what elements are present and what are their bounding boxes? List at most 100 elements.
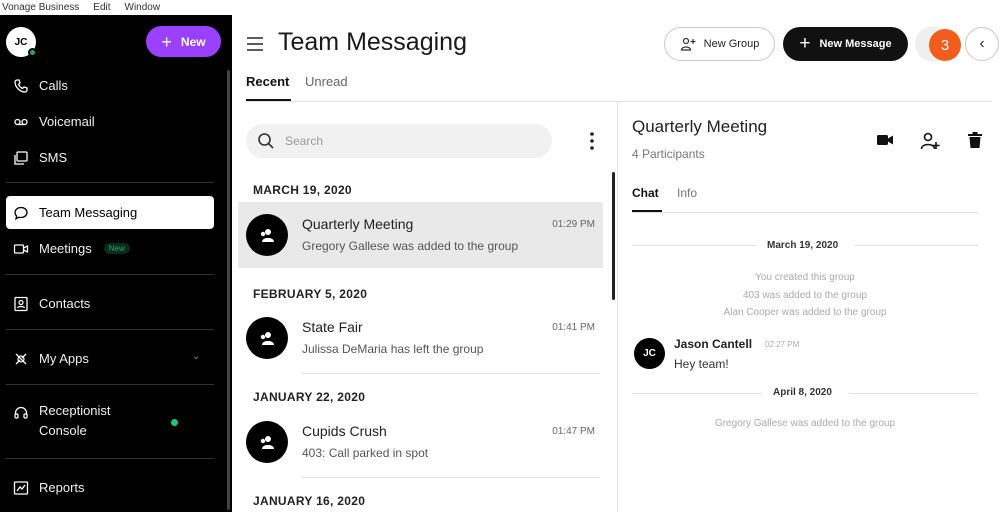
- online-status-dot: [171, 419, 178, 426]
- conversation-preview: 403: Call parked in spot: [302, 446, 429, 460]
- video-call-icon[interactable]: [876, 131, 894, 149]
- new-button[interactable]: + New: [146, 26, 221, 57]
- day-separator-label: March 19, 2020: [767, 240, 839, 251]
- sidebar-item-label: Meetings: [39, 241, 92, 256]
- conversation-time: 01:41 PM: [552, 322, 595, 333]
- tab-divider: [632, 212, 978, 213]
- day-separator-label: April 8, 2020: [773, 387, 832, 398]
- app-window: Vonage Business Edit Window JC + New Cal…: [0, 0, 1000, 512]
- sidebar-item-voicemail[interactable]: Voicemail: [6, 105, 214, 138]
- nav-divider: [6, 182, 214, 183]
- participant-count: 4 Participants: [632, 147, 705, 161]
- new-button-label: New: [180, 34, 206, 49]
- message-text: Hey team!: [674, 357, 729, 371]
- chat-bubble-icon: [14, 206, 28, 220]
- new-badge: New: [103, 243, 130, 254]
- conversation-item[interactable]: Quarterly Meeting 01:29 PM Gregory Galle…: [238, 202, 603, 268]
- message-author: Jason Cantell: [674, 337, 753, 351]
- new-group-button[interactable]: New Group: [664, 27, 775, 61]
- panel-divider: [617, 102, 618, 512]
- sidebar-item-my-apps[interactable]: My Apps: [6, 342, 214, 375]
- menu-app-name[interactable]: Vonage Business: [2, 2, 79, 13]
- group-icon: [260, 436, 274, 449]
- add-participant-icon[interactable]: [920, 131, 940, 151]
- conversation-name: State Fair: [302, 319, 363, 335]
- day-separator-line: [850, 393, 978, 394]
- voicemail-icon: [14, 118, 28, 125]
- sidebar-item-reports[interactable]: Reports: [6, 471, 214, 504]
- sidebar-item-label: Contacts: [39, 296, 91, 311]
- collapse-panel-button[interactable]: ‹: [965, 27, 999, 61]
- date-header: FEBRUARY 5, 2020: [253, 287, 368, 301]
- chevron-down-icon[interactable]: ⌄: [192, 351, 200, 362]
- page-title: Team Messaging: [278, 28, 467, 56]
- sidebar-scrollbar[interactable]: [227, 70, 230, 510]
- sidebar-item-meetings[interactable]: Meetings New: [6, 232, 214, 265]
- headset-icon: [14, 406, 28, 419]
- menu-window[interactable]: Window: [125, 2, 161, 13]
- system-message: You created this group: [755, 272, 855, 283]
- delete-icon[interactable]: [966, 131, 984, 149]
- sender-avatar[interactable]: JC: [634, 338, 665, 369]
- sidebar-item-label: Reports: [39, 480, 85, 495]
- sidebar-item-team-messaging[interactable]: Team Messaging: [6, 196, 214, 229]
- list-scrollbar[interactable]: [612, 172, 615, 300]
- group-avatar: [246, 214, 288, 256]
- sidebar-item-label: Receptionist Console: [39, 401, 111, 441]
- chart-icon: [13, 480, 29, 495]
- sidebar-item-label: Voicemail: [39, 114, 95, 129]
- new-message-label: New Message: [819, 38, 892, 50]
- conversation-preview: Julissa DeMaria has left the group: [302, 342, 484, 356]
- list-divider: [302, 477, 600, 478]
- conversation-time: 01:47 PM: [552, 426, 595, 437]
- nav-divider: [6, 384, 214, 385]
- conversation-item[interactable]: State Fair 01:41 PM Julissa DeMaria has …: [238, 305, 603, 371]
- tab-divider: [246, 101, 992, 102]
- sidebar: JC + New Calls Voicemail SMS Team Messag…: [0, 15, 232, 512]
- tab-recent[interactable]: Recent: [246, 74, 289, 89]
- date-header: MARCH 19, 2020: [253, 183, 352, 197]
- new-group-label: New Group: [703, 38, 760, 50]
- search-input[interactable]: [285, 134, 525, 148]
- date-header: JANUARY 22, 2020: [253, 390, 366, 404]
- day-separator-line: [855, 245, 978, 246]
- conversation-name: Quarterly Meeting: [302, 216, 414, 232]
- new-message-button[interactable]: + New Message: [783, 27, 908, 61]
- plus-icon: +: [799, 33, 811, 54]
- chevron-left-icon: ‹: [979, 35, 985, 52]
- day-separator-line: [632, 393, 762, 394]
- search-box[interactable]: [246, 124, 552, 158]
- day-separator-line: [632, 245, 757, 246]
- nav-divider: [6, 329, 214, 330]
- conversation-time: 01:29 PM: [552, 219, 595, 230]
- search-icon: [258, 133, 274, 149]
- sidebar-item-label: Team Messaging: [39, 205, 138, 220]
- sidebar-item-label: My Apps: [39, 351, 89, 366]
- sms-icon: [14, 150, 28, 165]
- sidebar-item-receptionist-console[interactable]: Receptionist Console: [6, 401, 214, 445]
- tab-unread[interactable]: Unread: [305, 74, 348, 89]
- conversation-preview: Gregory Gallese was added to the group: [302, 239, 519, 253]
- more-options-icon[interactable]: [585, 131, 599, 151]
- phone-icon: [14, 78, 28, 93]
- nav-divider: [6, 274, 214, 275]
- group-avatar: [246, 421, 288, 463]
- sidebar-item-contacts[interactable]: Contacts: [6, 287, 214, 320]
- conversation-item[interactable]: Cupids Crush 01:47 PM 403: Call parked i…: [238, 409, 603, 475]
- group-avatar: [246, 317, 288, 359]
- hamburger-menu-icon[interactable]: [246, 36, 264, 52]
- tab-chat[interactable]: Chat: [632, 186, 659, 200]
- presence-status-dot: [28, 48, 37, 57]
- tab-info[interactable]: Info: [677, 186, 697, 200]
- sidebar-item-sms[interactable]: SMS: [6, 141, 214, 174]
- conversation-title: Quarterly Meeting: [632, 117, 768, 136]
- sidebar-item-calls[interactable]: Calls: [6, 69, 214, 102]
- notification-count-badge[interactable]: 3: [929, 29, 961, 61]
- menu-edit[interactable]: Edit: [93, 2, 110, 13]
- apps-icon: [15, 353, 27, 364]
- system-message: Alan Cooper was added to the group: [723, 307, 887, 318]
- date-header: JANUARY 16, 2020: [253, 494, 366, 508]
- list-divider: [302, 373, 600, 374]
- group-icon: [260, 332, 274, 345]
- message-time: 02:27 PM: [765, 340, 800, 349]
